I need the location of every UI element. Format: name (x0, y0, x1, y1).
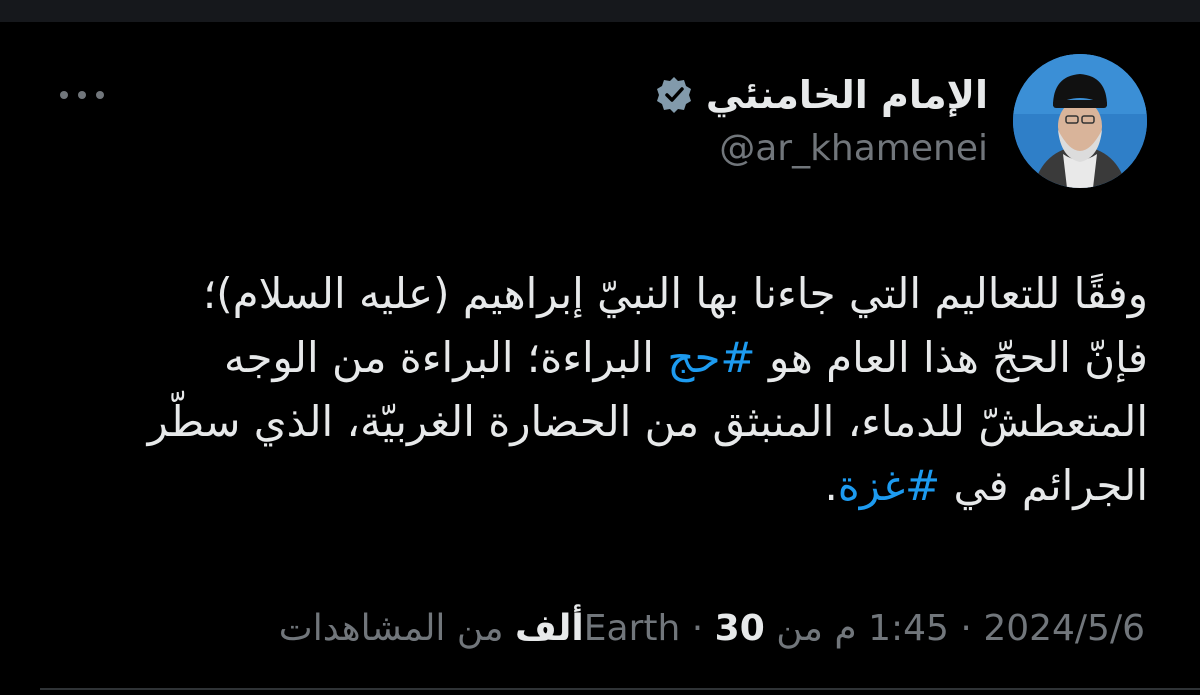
author-display-name[interactable]: الإمام الخامنئي (706, 73, 988, 117)
tweet-line: المتعطشّ للدماء، المنبثق من الحضارة الغر… (38, 390, 1148, 454)
tweet-date[interactable]: 2024/5/6 (983, 608, 1145, 649)
divider (40, 688, 1200, 690)
verified-badge-icon (656, 77, 691, 113)
meta-separator: · (960, 608, 972, 649)
avatar-image (1013, 54, 1147, 188)
author-name-row[interactable]: الإمام الخامنئي (654, 70, 988, 120)
tweet-text-segment: الجرائم في (940, 461, 1148, 510)
tweet-text-segment: فإنّ الحجّ هذا العام هو (755, 333, 1148, 382)
more-horizontal-icon[interactable] (60, 88, 104, 102)
tweet-text-segment: . (824, 461, 838, 510)
tweet-text-segment: البراءة؛ البراءة من الوجه (223, 333, 668, 382)
tweet-text-segment: المتعطشّ للدماء، المنبثق من الحضارة الغر… (147, 397, 1148, 446)
views-label: من المشاهدات (278, 608, 504, 649)
tweet-line: فإنّ الحجّ هذا العام هو #حج البراءة؛ الب… (38, 326, 1148, 390)
tweet-text: وفقًا للتعاليم التي جاءنا بها النبيّ إبر… (38, 262, 1148, 518)
tweet-location: Earth (583, 608, 681, 649)
tweet-text-segment: وفقًا للتعاليم التي جاءنا بها النبيّ إبر… (202, 269, 1148, 318)
dot-icon (60, 91, 68, 99)
top-bar (0, 0, 1200, 22)
dot-icon (78, 91, 86, 99)
meta-separator: · (691, 608, 704, 649)
tweet-time[interactable]: 1:45 م (834, 608, 949, 649)
author-handle[interactable]: @ar_khamenei (719, 128, 988, 169)
profile-avatar[interactable] (1013, 54, 1147, 188)
dot-icon (96, 91, 104, 99)
hashtag-link[interactable]: #غزة (838, 461, 940, 510)
tweet-meta: 2024/5/6 · 1:45 م من Earth · 30ألف من ال… (279, 608, 1145, 649)
tweet-line: وفقًا للتعاليم التي جاءنا بها النبيّ إبر… (38, 262, 1148, 326)
tweet-line: الجرائم في #غزة. (38, 454, 1148, 518)
from-label: من (776, 608, 823, 649)
hashtag-link[interactable]: #حج (667, 333, 755, 382)
